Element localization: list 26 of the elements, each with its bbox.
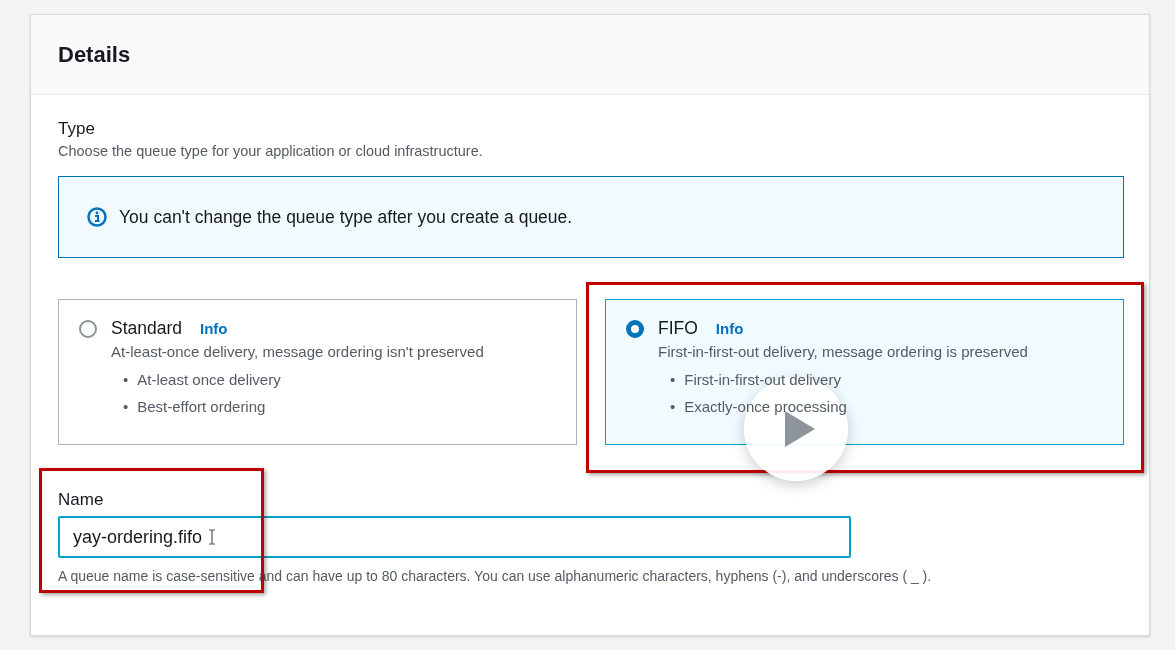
panel-title: Details xyxy=(58,41,131,68)
field-label: Type xyxy=(58,119,96,139)
bullet-mark: • xyxy=(670,397,676,416)
field-description: Choose the queue type for your application or cloud infrastructure. xyxy=(58,143,484,159)
bullet-mark: • xyxy=(670,370,676,389)
alert-text: You can't change the queue type after you create a queue. xyxy=(119,206,573,228)
option-description: First-in-first-out delivery, message ordering is preserved xyxy=(658,343,1028,360)
info-link[interactable]: Info xyxy=(715,320,744,337)
bullet-mark: • xyxy=(123,370,129,389)
feature-item: Exactly-once processing xyxy=(684,397,847,416)
queue-type-tile[interactable]: FIFO Info First-in-first-out delivery, message ordering is preserved • First-in-first-out delivery • Exactly-once processing xyxy=(605,299,1124,445)
name-input[interactable]: yay-ordering.fifo xyxy=(58,516,851,558)
queue-type-tile[interactable]: Standard Info At-least-once delivery, message ordering isn't preserved • At-least once delivery • Best-effort ordering xyxy=(58,299,577,445)
option-description: At-least-once delivery, message ordering isn't preserved xyxy=(111,343,484,360)
option-title: FIFO xyxy=(658,318,698,339)
feature-item: At-least once delivery xyxy=(137,370,281,389)
feature-item: First-in-first-out delivery xyxy=(684,370,841,389)
feature-item: Best-effort ordering xyxy=(137,397,266,416)
info-icon xyxy=(87,207,107,227)
input-value: yay-ordering.fifo xyxy=(73,526,203,548)
radio-button[interactable] xyxy=(626,320,644,338)
radio-button[interactable] xyxy=(79,320,97,338)
bullet-mark: • xyxy=(123,397,129,416)
option-title: Standard xyxy=(111,318,183,339)
info-link[interactable]: Info xyxy=(200,320,228,337)
field-label: Name xyxy=(58,490,105,510)
